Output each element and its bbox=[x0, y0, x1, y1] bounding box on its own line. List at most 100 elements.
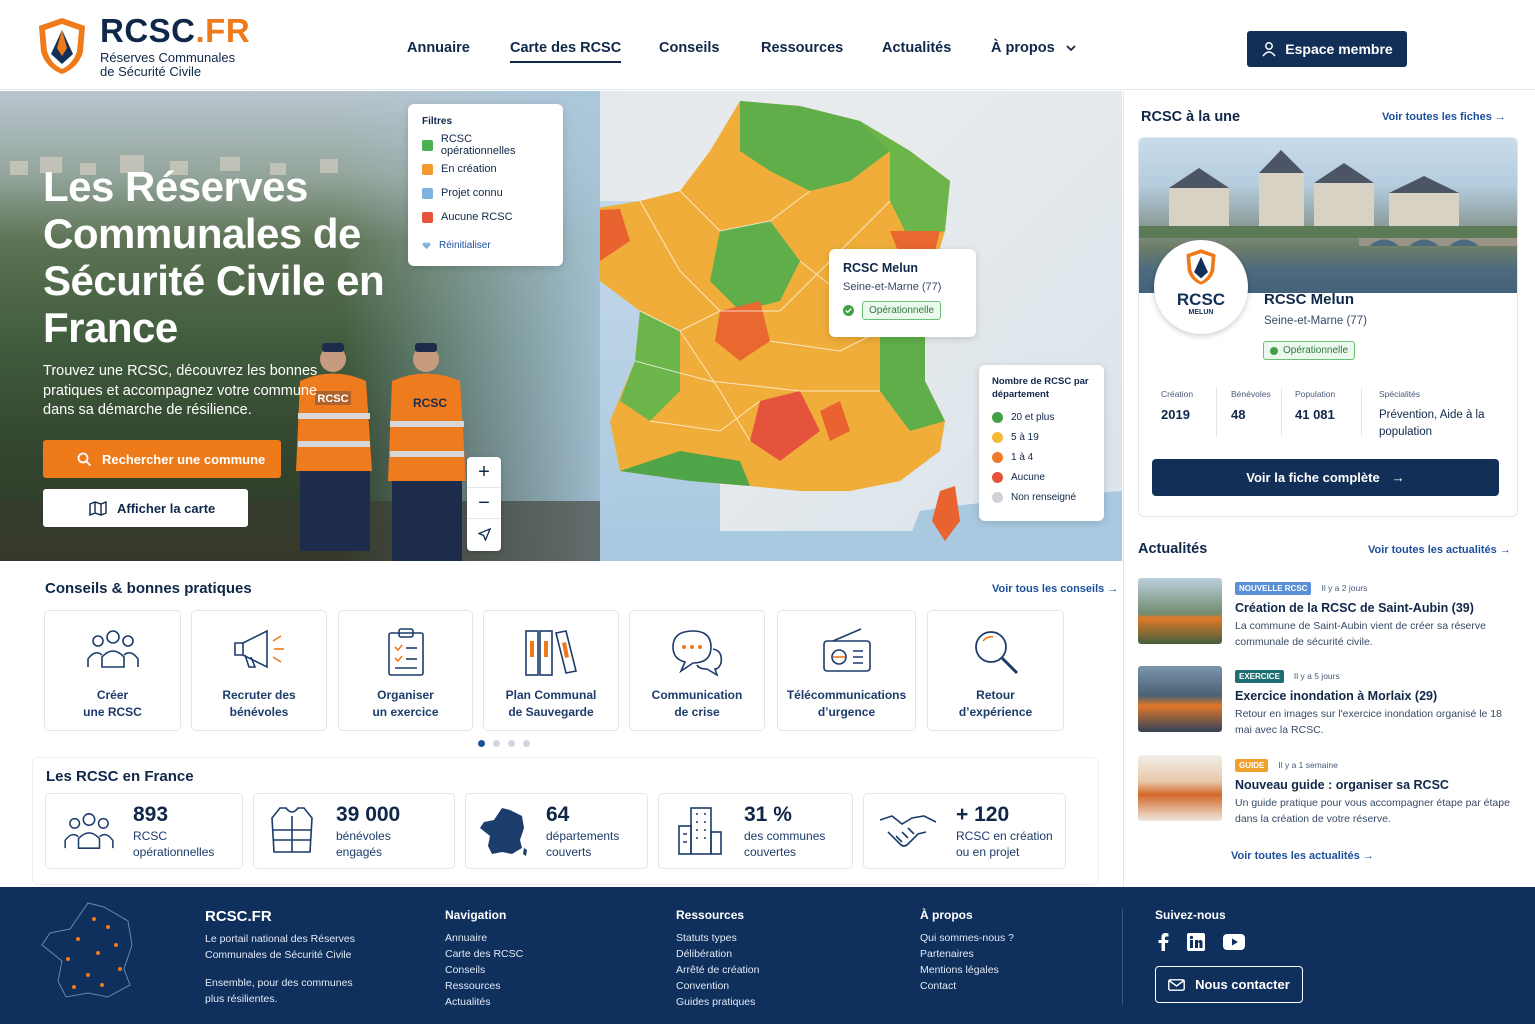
footer-link[interactable]: Mentions légales bbox=[920, 962, 1014, 978]
search-icon bbox=[77, 452, 92, 466]
binders-icon bbox=[525, 630, 577, 676]
stat-operational-rcsc: 893 RCSC opérationnelles bbox=[45, 793, 243, 869]
carousel-dot[interactable] bbox=[523, 740, 530, 747]
see-full-fiche-button[interactable]: Voir la fiche complète → bbox=[1152, 459, 1499, 496]
news-thumbnail bbox=[1138, 755, 1222, 821]
radio-icon bbox=[822, 628, 871, 672]
carousel-dot[interactable] bbox=[493, 740, 500, 747]
arrow-right-icon: → bbox=[1107, 583, 1119, 595]
handshake-icon bbox=[879, 815, 937, 847]
legend-unknown: Non renseigné bbox=[992, 487, 1091, 507]
see-all-tips-link[interactable]: Voir tous les conseils → bbox=[992, 583, 1118, 595]
news-item-guide[interactable]: GUIDE Il y a 1 semaine Nouveau guide : or… bbox=[1138, 755, 1518, 825]
nav-carte-des-rcsc[interactable]: Carte des RCSC bbox=[510, 40, 622, 63]
news-title[interactable]: Création de la RCSC de Saint-Aubin (39) bbox=[1235, 601, 1520, 615]
news-tag: GUIDE bbox=[1235, 759, 1269, 772]
filters-title: Filtres bbox=[422, 116, 453, 127]
chevron-down-icon bbox=[1066, 45, 1076, 52]
see-all-fiches-link[interactable]: Voir toutes les fiches → bbox=[1382, 111, 1506, 123]
tip-plan-communal[interactable]: Plan Communal de Sauvegarde bbox=[483, 610, 619, 731]
footer-link[interactable]: Carte des RCSC bbox=[445, 946, 523, 962]
footer-resources-heading: Ressources bbox=[676, 908, 745, 922]
map-zoom-controls: + − bbox=[467, 457, 501, 551]
zoom-out-button[interactable]: − bbox=[467, 488, 501, 519]
tip-crisis-communication[interactable]: Communication de crise bbox=[629, 610, 765, 731]
tip-create-rcsc[interactable]: Créer une RCSC bbox=[44, 610, 181, 731]
footer-link[interactable]: Statuts types bbox=[676, 930, 759, 946]
tip-organize-exercise[interactable]: Organiser un exercice bbox=[338, 610, 473, 731]
news-title[interactable]: Nouveau guide : organiser sa RCSC bbox=[1235, 778, 1520, 792]
footer-link[interactable]: Arrêté de création bbox=[676, 962, 759, 978]
shield-icon bbox=[1186, 249, 1216, 285]
france-map-icon bbox=[480, 808, 527, 856]
news-thumbnail bbox=[1138, 578, 1222, 644]
show-map-button[interactable]: Afficher la carte bbox=[43, 489, 248, 527]
filter-operational[interactable]: RCSC opérationnelles bbox=[422, 133, 549, 157]
footer-about-heading: À propos bbox=[920, 908, 973, 922]
news-tag: EXERCICE bbox=[1235, 670, 1284, 683]
tips-heading: Conseils & bonnes pratiques bbox=[45, 580, 252, 597]
locate-button[interactable] bbox=[467, 519, 501, 550]
footer-link[interactable]: Contact bbox=[920, 978, 1014, 994]
rcsc-melun-logo: RCSC MELUN bbox=[1154, 240, 1248, 334]
stats-heading: Les RCSC en France bbox=[46, 768, 194, 785]
arrow-right-icon: → bbox=[1499, 544, 1511, 556]
zoom-in-button[interactable]: + bbox=[467, 457, 501, 488]
nav-ressources[interactable]: Ressources bbox=[761, 40, 843, 56]
brand-wordmark[interactable]: RCSC.FR bbox=[100, 12, 250, 50]
youtube-icon[interactable] bbox=[1223, 934, 1245, 950]
facebook-icon[interactable] bbox=[1157, 933, 1169, 951]
news-title[interactable]: Exercice inondation à Morlaix (29) bbox=[1235, 689, 1520, 703]
carousel-dot-active[interactable] bbox=[478, 740, 485, 747]
stat-specialties: Spécialités Prévention, Aide à la populat… bbox=[1379, 389, 1485, 438]
news-item-saint-aubin[interactable]: NOUVELLE RCSC Il y a 2 jours Création de … bbox=[1138, 578, 1518, 648]
footer-motto: Ensemble, pour des communes plus résilien… bbox=[205, 977, 353, 1005]
footer-link[interactable]: Délibération bbox=[676, 946, 759, 962]
locate-arrow-icon bbox=[477, 528, 491, 541]
footer-link[interactable]: Conseils bbox=[445, 962, 523, 978]
tip-recruit-volunteers[interactable]: Recruter des bénévoles bbox=[191, 610, 327, 731]
linkedin-icon[interactable] bbox=[1187, 933, 1205, 951]
heart-icon bbox=[422, 241, 431, 249]
footer-link[interactable]: Partenaires bbox=[920, 946, 1014, 962]
stat-volunteers-engaged: 39 000 bénévoles engagés bbox=[253, 793, 455, 869]
tip-experience-feedback[interactable]: Retour d’expérience bbox=[927, 610, 1064, 731]
tip-emergency-telecom[interactable]: Télécommunications d’urgence bbox=[777, 610, 916, 731]
search-commune-button[interactable]: Rechercher une commune bbox=[43, 440, 281, 478]
tips-section: Conseils & bonnes pratiques Voir tous le… bbox=[0, 561, 1122, 757]
featured-rcsc-card[interactable]: RCSC MELUN RCSC Melun Seine-et-Marne (77… bbox=[1138, 137, 1518, 517]
filter-in-creation[interactable]: En création bbox=[422, 157, 549, 181]
footer-nav-heading: Navigation bbox=[445, 908, 507, 922]
people-icon bbox=[86, 630, 139, 668]
footer-link[interactable]: Ressources bbox=[445, 978, 523, 994]
shield-logo-icon[interactable] bbox=[36, 16, 88, 76]
see-all-news-link[interactable]: Voir toutes les actualités → bbox=[1368, 544, 1511, 556]
chat-icon bbox=[672, 630, 723, 677]
nav-conseils[interactable]: Conseils bbox=[659, 40, 719, 56]
contact-button[interactable]: Nous contacter bbox=[1155, 966, 1303, 1003]
footer-link[interactable]: Guides pratiques bbox=[676, 994, 759, 1010]
nav-annuaire[interactable]: Annuaire bbox=[407, 40, 470, 56]
featured-heading: RCSC à la une bbox=[1141, 109, 1241, 125]
news-item-morlaix[interactable]: EXERCICE Il y a 5 jours Exercice inondati… bbox=[1138, 666, 1518, 736]
footer-link[interactable]: Actualités bbox=[445, 994, 523, 1010]
stat-departments-covered: 64 départements couverts bbox=[465, 793, 648, 869]
see-all-news-bottom-link[interactable]: Voir toutes les actualités → bbox=[1231, 850, 1374, 862]
member-area-button[interactable]: Espace membre bbox=[1247, 31, 1407, 67]
footer-link[interactable]: Qui sommes-nous ? bbox=[920, 930, 1014, 946]
filters-reset[interactable]: Réinitialiser bbox=[422, 233, 549, 257]
magnifier-icon bbox=[974, 631, 1018, 675]
nav-a-propos[interactable]: À propos bbox=[991, 40, 1077, 56]
stat-creation: Création 2019 bbox=[1161, 389, 1194, 422]
footer-link[interactable]: Convention bbox=[676, 978, 759, 994]
nav-actualites[interactable]: Actualités bbox=[882, 40, 951, 56]
stat-volunteers: Bénévoles 48 bbox=[1231, 389, 1271, 422]
carousel-dot[interactable] bbox=[508, 740, 515, 747]
brand-tagline: Réserves Communales de Sécurité Civile bbox=[100, 50, 236, 79]
map-popup-melun[interactable]: RCSC Melun Seine-et-Marne (77) Opération… bbox=[829, 249, 976, 337]
filter-none[interactable]: Aucune RCSC bbox=[422, 205, 549, 229]
arrow-right-icon: → bbox=[1391, 470, 1405, 485]
filter-known-project[interactable]: Projet connu bbox=[422, 181, 549, 205]
footer-link[interactable]: Annuaire bbox=[445, 930, 523, 946]
check-circle-icon bbox=[843, 305, 854, 316]
